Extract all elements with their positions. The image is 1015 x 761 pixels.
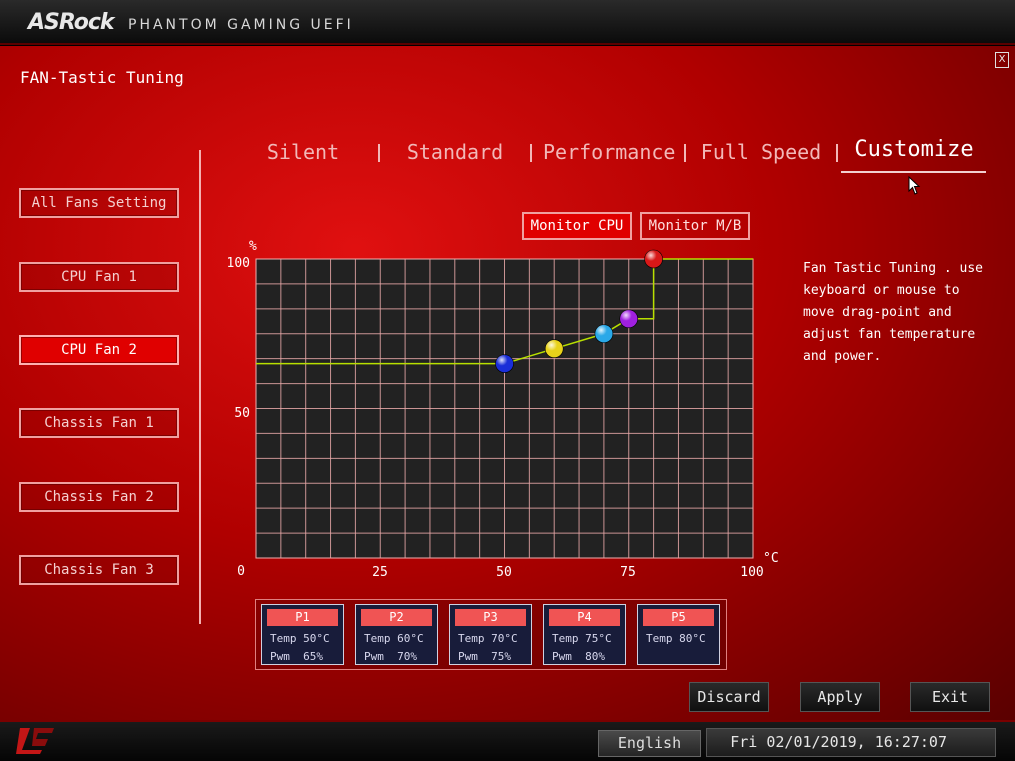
language-selector[interactable]: English [598,730,701,757]
point-card-p4[interactable]: P4 Temp 75°C Pwm 80% [543,604,626,665]
point-card-temp: Temp 80°C [646,632,706,645]
point-card-title: P5 [643,609,714,626]
point-card-pwm: Pwm 65% [270,650,323,663]
drag-point-p4[interactable] [619,309,639,329]
chart-grid [256,259,753,558]
point-card-pwm: Pwm 75% [458,650,511,663]
point-card-pwm: Pwm 80% [552,650,605,663]
point-card-title: P2 [361,609,432,626]
drag-point-highlight [619,309,638,328]
point-card-title: P4 [549,609,620,626]
point-card-temp: Temp 75°C [552,632,612,645]
point-card-p1[interactable]: P1 Temp 50°C Pwm 65% [261,604,344,665]
point-card-p2[interactable]: P2 Temp 60°C Pwm 70% [355,604,438,665]
point-card-temp: Temp 70°C [458,632,518,645]
drag-point-highlight [495,354,514,373]
drag-point-highlight [545,339,564,358]
drag-point-p1[interactable] [495,354,514,373]
points-panel: P1 Temp 50°C Pwm 65% P2 Temp 60°C Pwm 70… [255,599,727,670]
point-card-title: P1 [267,609,338,626]
drag-point-highlight [594,324,613,343]
point-card-temp: Temp 60°C [364,632,424,645]
drag-point-p2[interactable] [544,339,564,359]
help-text: Fan Tastic Tuning . use keyboard or mous… [803,261,984,364]
phantom-gaming-logo-icon [16,728,54,754]
drag-point-highlight [644,250,663,268]
drag-point-p3[interactable] [594,324,614,344]
point-card-temp: Temp 50°C [270,632,330,645]
point-card-p5[interactable]: P5 Temp 80°C [637,604,720,665]
discard-button[interactable]: Discard [689,682,769,712]
exit-button[interactable]: Exit [910,682,990,712]
point-card-pwm: Pwm 70% [364,650,417,663]
drag-point-p5[interactable] [644,249,663,269]
apply-button[interactable]: Apply [800,682,880,712]
point-card-p3[interactable]: P3 Temp 70°C Pwm 75% [449,604,532,665]
point-card-title: P3 [455,609,526,626]
datetime-display: Fri 02/01/2019, 16:27:07 [706,728,996,757]
